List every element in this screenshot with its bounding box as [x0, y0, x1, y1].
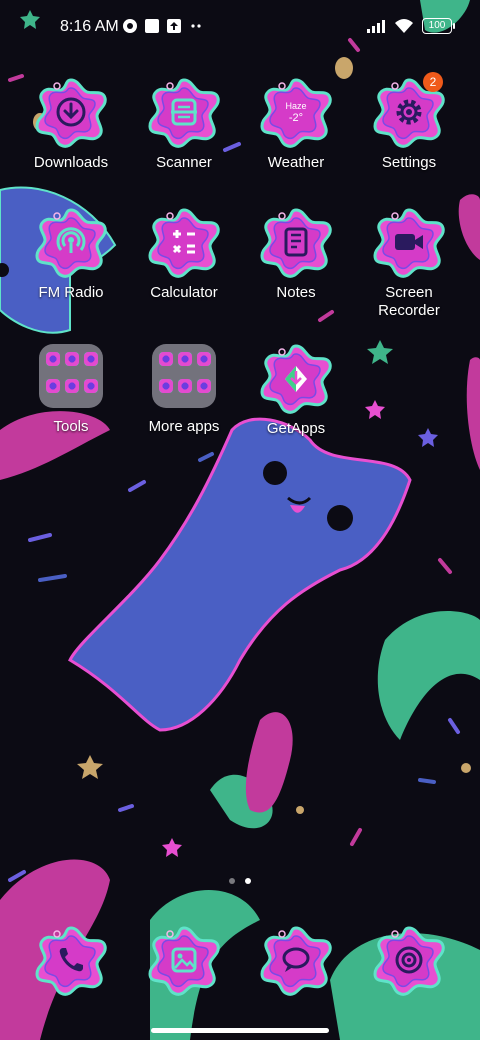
page-dot-active[interactable]: [245, 878, 251, 884]
app-weather[interactable]: Haze -2° Weather: [240, 76, 352, 172]
messages-app-icon[interactable]: [260, 924, 332, 996]
dock-camera[interactable]: [353, 924, 465, 996]
mini-app-icon: [84, 378, 98, 393]
flower-status-icon: [123, 19, 137, 33]
app-downloads[interactable]: Downloads: [15, 76, 127, 172]
radio-icon: [56, 227, 86, 253]
folder-more-apps[interactable]: More apps: [128, 340, 240, 436]
mini-app-icon: [159, 378, 173, 393]
folder-tools[interactable]: Tools: [15, 340, 127, 436]
getapps-label: GetApps: [266, 420, 326, 437]
settings-app-icon[interactable]: 2: [373, 72, 445, 148]
settings-label: Settings: [381, 154, 437, 171]
more-apps-folder-icon[interactable]: [152, 344, 216, 408]
square-status-icon: [145, 19, 159, 33]
downloads-app-icon[interactable]: [35, 76, 107, 148]
dock-gallery[interactable]: [128, 924, 240, 996]
weather-app-icon[interactable]: Haze -2°: [260, 76, 332, 148]
system-icons: 100: [366, 18, 455, 34]
mini-app-icon: [65, 352, 79, 366]
notes-app-icon[interactable]: [260, 206, 332, 278]
app-settings[interactable]: 2 Settings: [353, 72, 465, 172]
weather-icon: Haze -2°: [285, 100, 306, 124]
page-dot[interactable]: [229, 878, 235, 884]
upload-status-icon: [167, 19, 181, 33]
app-scanner[interactable]: Scanner: [128, 76, 240, 172]
app-notes[interactable]: Notes: [240, 206, 352, 302]
mini-app-icon: [46, 352, 60, 366]
mini-app-icon: [197, 378, 211, 393]
camera-icon: [395, 946, 423, 974]
chat-bubble-icon: [282, 947, 310, 972]
calculator-label: Calculator: [150, 284, 218, 301]
tools-label: Tools: [53, 418, 89, 435]
weather-temperature: -2°: [288, 112, 304, 124]
page-indicator[interactable]: [0, 878, 480, 884]
dock-messages[interactable]: [240, 924, 352, 996]
fm-radio-app-icon[interactable]: [35, 206, 107, 278]
notes-label: Notes: [276, 284, 316, 301]
gallery-app-icon[interactable]: [148, 924, 220, 996]
mini-app-icon: [46, 378, 60, 393]
more-dots-icon: [191, 24, 201, 28]
app-calculator[interactable]: Calculator: [128, 206, 240, 302]
fm-radio-label: FM Radio: [38, 284, 104, 301]
app-screen-recorder[interactable]: Screen Recorder: [353, 206, 465, 320]
screen-recorder-label: Screen Recorder: [378, 284, 440, 319]
status-bar: 8:16 AM 100: [0, 0, 480, 56]
mini-app-icon: [178, 378, 192, 393]
mini-app-icon: [178, 352, 192, 366]
calculator-icon: [172, 230, 195, 254]
mini-app-icon: [84, 352, 98, 366]
scanner-app-icon[interactable]: [148, 76, 220, 148]
getapps-icon: [285, 366, 307, 392]
mini-app-icon: [159, 352, 173, 366]
more-apps-label: More apps: [148, 418, 220, 435]
gear-icon: [396, 99, 422, 125]
video-camera-icon: [395, 234, 423, 250]
battery-icon: 100: [422, 18, 455, 34]
app-getapps[interactable]: GetApps: [240, 342, 352, 438]
battery-level: 100: [428, 20, 446, 31]
wifi-icon: [395, 19, 413, 33]
getapps-app-icon[interactable]: [260, 342, 332, 414]
calculator-app-icon[interactable]: [148, 206, 220, 278]
status-time: 8:16 AM: [60, 18, 119, 35]
tools-folder-icon[interactable]: [39, 344, 103, 408]
settings-badge: 2: [423, 72, 443, 92]
camera-app-icon[interactable]: [373, 924, 445, 996]
mini-app-icon: [197, 352, 211, 366]
notification-icons: [122, 18, 204, 34]
downloads-label: Downloads: [33, 154, 109, 171]
screen-recorder-app-icon[interactable]: [373, 206, 445, 278]
gallery-icon: [171, 947, 197, 973]
app-fm-radio[interactable]: FM Radio: [15, 206, 127, 302]
scanner-icon: [171, 98, 197, 126]
dock-phone[interactable]: [15, 924, 127, 996]
download-icon: [56, 97, 86, 127]
signal-icon: [367, 20, 385, 33]
weather-label: Weather: [267, 154, 325, 171]
phone-icon: [59, 948, 83, 972]
home-indicator[interactable]: [151, 1028, 329, 1033]
phone-app-icon[interactable]: [35, 924, 107, 996]
scanner-label: Scanner: [156, 154, 212, 171]
notes-icon: [284, 227, 308, 257]
cat-body: [68, 417, 412, 732]
weather-condition: Haze: [285, 101, 307, 111]
mini-app-icon: [65, 378, 79, 393]
